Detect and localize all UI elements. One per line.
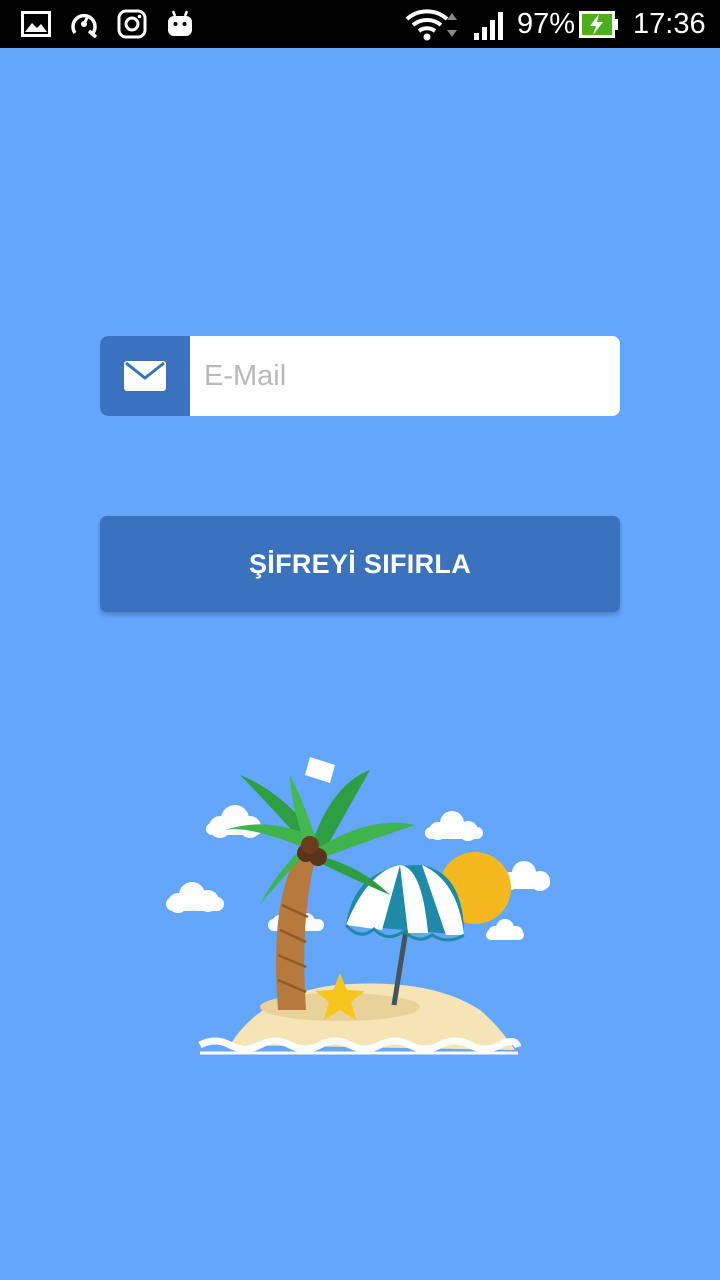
speedometer-icon	[71, 13, 98, 39]
android-icon	[168, 10, 192, 36]
battery-charging-icon	[579, 11, 618, 38]
clock: 17:36	[633, 8, 706, 40]
wifi-icon	[405, 9, 457, 41]
status-bar: 97% 17:36	[0, 0, 720, 48]
email-field-group	[100, 336, 620, 416]
signal-icon	[474, 12, 503, 40]
battery-percent: 97%	[517, 8, 576, 40]
gallery-icon	[21, 11, 51, 37]
cloud-icon	[425, 811, 483, 841]
email-input[interactable]	[190, 336, 620, 416]
cloud-icon	[206, 805, 262, 838]
beach-island-illustration	[166, 757, 550, 1055]
envelope-icon	[124, 361, 166, 391]
cloud-icon	[166, 882, 224, 913]
instagram-icon	[117, 9, 147, 39]
reset-password-button[interactable]: ŞİFREYİ SIFIRLA	[100, 516, 620, 612]
email-icon-container	[100, 336, 190, 416]
cloud-icon	[486, 919, 524, 940]
